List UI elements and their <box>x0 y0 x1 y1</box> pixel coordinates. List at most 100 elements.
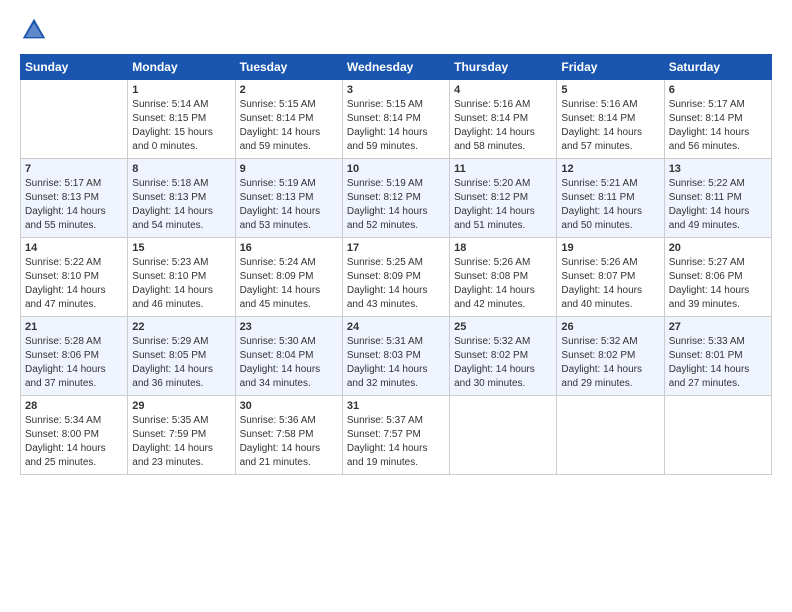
day-info: Sunrise: 5:16 AM Sunset: 8:14 PM Dayligh… <box>454 98 552 154</box>
weekday-saturday: Saturday <box>664 55 771 80</box>
day-number: 12 <box>561 163 659 175</box>
day-info: Sunrise: 5:28 AM Sunset: 8:06 PM Dayligh… <box>25 335 123 391</box>
calendar-cell <box>557 396 664 475</box>
day-info: Sunrise: 5:37 AM Sunset: 7:57 PM Dayligh… <box>347 414 445 470</box>
day-info: Sunrise: 5:17 AM Sunset: 8:14 PM Dayligh… <box>669 98 767 154</box>
day-number: 25 <box>454 321 552 333</box>
day-number: 27 <box>669 321 767 333</box>
calendar-cell: 10Sunrise: 5:19 AM Sunset: 8:12 PM Dayli… <box>342 159 449 238</box>
calendar-cell: 12 Sunrise: 5:21 AM Sunset: 8:11 PM Dayli… <box>557 159 664 238</box>
day-info: Sunrise: 5:15 AM Sunset: 8:14 PM Dayligh… <box>347 98 445 154</box>
calendar-cell: 28 Sunrise: 5:34 AM Sunset: 8:00 PM Dayli… <box>21 396 128 475</box>
header <box>20 16 772 44</box>
day-info: Sunrise: 5:36 AM Sunset: 7:58 PM Dayligh… <box>240 414 338 470</box>
day-info: Sunrise: 5:23 AM Sunset: 8:10 PM Dayligh… <box>132 256 230 312</box>
calendar-table: SundayMondayTuesdayWednesdayThursdayFrid… <box>20 54 772 475</box>
day-info: Sunrise: 5:20 AM Sunset: 8:12 PM Dayligh… <box>454 177 552 233</box>
weekday-monday: Monday <box>128 55 235 80</box>
calendar-cell: 31 Sunrise: 5:37 AM Sunset: 7:57 PM Dayli… <box>342 396 449 475</box>
day-info: Sunrise: 5:34 AM Sunset: 8:00 PM Dayligh… <box>25 414 123 470</box>
day-info: Sunrise: 5:18 AM Sunset: 8:13 PM Dayligh… <box>132 177 230 233</box>
day-number: 9 <box>240 163 338 175</box>
logo-icon <box>20 16 48 44</box>
week-row-3: 14Sunrise: 5:22 AM Sunset: 8:10 PM Dayli… <box>21 238 772 317</box>
calendar-cell: 30 Sunrise: 5:36 AM Sunset: 7:58 PM Dayli… <box>235 396 342 475</box>
day-info: Sunrise: 5:29 AM Sunset: 8:05 PM Dayligh… <box>132 335 230 391</box>
calendar-cell: 19Sunrise: 5:26 AM Sunset: 8:07 PM Dayli… <box>557 238 664 317</box>
day-info: Sunrise: 5:14 AM Sunset: 8:15 PM Dayligh… <box>132 98 230 154</box>
calendar-cell: 27Sunrise: 5:33 AM Sunset: 8:01 PM Dayli… <box>664 317 771 396</box>
day-number: 4 <box>454 84 552 96</box>
day-number: 6 <box>669 84 767 96</box>
calendar-cell: 16 Sunrise: 5:24 AM Sunset: 8:09 PM Dayli… <box>235 238 342 317</box>
day-number: 13 <box>669 163 767 175</box>
day-number: 30 <box>240 400 338 412</box>
day-info: Sunrise: 5:21 AM Sunset: 8:11 PM Dayligh… <box>561 177 659 233</box>
calendar-cell: 24Sunrise: 5:31 AM Sunset: 8:03 PM Dayli… <box>342 317 449 396</box>
day-number: 16 <box>240 242 338 254</box>
calendar-cell: 22 Sunrise: 5:29 AM Sunset: 8:05 PM Dayli… <box>128 317 235 396</box>
calendar-cell: 6 Sunrise: 5:17 AM Sunset: 8:14 PM Daylig… <box>664 80 771 159</box>
day-info: Sunrise: 5:25 AM Sunset: 8:09 PM Dayligh… <box>347 256 445 312</box>
calendar-cell: 11 Sunrise: 5:20 AM Sunset: 8:12 PM Dayli… <box>450 159 557 238</box>
day-info: Sunrise: 5:15 AM Sunset: 8:14 PM Dayligh… <box>240 98 338 154</box>
day-number: 19 <box>561 242 659 254</box>
day-number: 22 <box>132 321 230 333</box>
calendar-cell: 3 Sunrise: 5:15 AM Sunset: 8:14 PM Daylig… <box>342 80 449 159</box>
week-row-2: 7Sunrise: 5:17 AM Sunset: 8:13 PM Daylig… <box>21 159 772 238</box>
calendar-cell <box>450 396 557 475</box>
day-info: Sunrise: 5:22 AM Sunset: 8:11 PM Dayligh… <box>669 177 767 233</box>
calendar-cell: 29 Sunrise: 5:35 AM Sunset: 7:59 PM Dayli… <box>128 396 235 475</box>
calendar-cell: 26 Sunrise: 5:32 AM Sunset: 8:02 PM Dayli… <box>557 317 664 396</box>
page: SundayMondayTuesdayWednesdayThursdayFrid… <box>0 0 792 612</box>
day-number: 1 <box>132 84 230 96</box>
day-info: Sunrise: 5:35 AM Sunset: 7:59 PM Dayligh… <box>132 414 230 470</box>
weekday-row: SundayMondayTuesdayWednesdayThursdayFrid… <box>21 55 772 80</box>
calendar-cell: 20 Sunrise: 5:27 AM Sunset: 8:06 PM Dayli… <box>664 238 771 317</box>
calendar-cell: 21 Sunrise: 5:28 AM Sunset: 8:06 PM Dayli… <box>21 317 128 396</box>
day-number: 17 <box>347 242 445 254</box>
calendar-body: 1 Sunrise: 5:14 AM Sunset: 8:15 PM Daylig… <box>21 80 772 475</box>
weekday-thursday: Thursday <box>450 55 557 80</box>
calendar-cell: 15Sunrise: 5:23 AM Sunset: 8:10 PM Dayli… <box>128 238 235 317</box>
day-number: 26 <box>561 321 659 333</box>
week-row-1: 1 Sunrise: 5:14 AM Sunset: 8:15 PM Daylig… <box>21 80 772 159</box>
weekday-wednesday: Wednesday <box>342 55 449 80</box>
day-info: Sunrise: 5:17 AM Sunset: 8:13 PM Dayligh… <box>25 177 123 233</box>
day-number: 11 <box>454 163 552 175</box>
calendar-cell: 7Sunrise: 5:17 AM Sunset: 8:13 PM Daylig… <box>21 159 128 238</box>
day-number: 2 <box>240 84 338 96</box>
calendar-cell: 14Sunrise: 5:22 AM Sunset: 8:10 PM Dayli… <box>21 238 128 317</box>
day-number: 8 <box>132 163 230 175</box>
day-number: 20 <box>669 242 767 254</box>
calendar-cell: 13 Sunrise: 5:22 AM Sunset: 8:11 PM Dayli… <box>664 159 771 238</box>
weekday-friday: Friday <box>557 55 664 80</box>
day-number: 21 <box>25 321 123 333</box>
day-number: 3 <box>347 84 445 96</box>
day-number: 29 <box>132 400 230 412</box>
day-number: 18 <box>454 242 552 254</box>
calendar-cell: 1 Sunrise: 5:14 AM Sunset: 8:15 PM Daylig… <box>128 80 235 159</box>
day-info: Sunrise: 5:19 AM Sunset: 8:13 PM Dayligh… <box>240 177 338 233</box>
day-info: Sunrise: 5:32 AM Sunset: 8:02 PM Dayligh… <box>454 335 552 391</box>
day-number: 23 <box>240 321 338 333</box>
weekday-sunday: Sunday <box>21 55 128 80</box>
day-info: Sunrise: 5:24 AM Sunset: 8:09 PM Dayligh… <box>240 256 338 312</box>
day-number: 28 <box>25 400 123 412</box>
week-row-4: 21 Sunrise: 5:28 AM Sunset: 8:06 PM Dayli… <box>21 317 772 396</box>
day-number: 31 <box>347 400 445 412</box>
day-number: 10 <box>347 163 445 175</box>
day-info: Sunrise: 5:32 AM Sunset: 8:02 PM Dayligh… <box>561 335 659 391</box>
day-info: Sunrise: 5:16 AM Sunset: 8:14 PM Dayligh… <box>561 98 659 154</box>
calendar-cell: 9 Sunrise: 5:19 AM Sunset: 8:13 PM Daylig… <box>235 159 342 238</box>
day-info: Sunrise: 5:26 AM Sunset: 8:08 PM Dayligh… <box>454 256 552 312</box>
calendar-cell: 23Sunrise: 5:30 AM Sunset: 8:04 PM Dayli… <box>235 317 342 396</box>
logo <box>20 16 52 44</box>
calendar-cell: 17 Sunrise: 5:25 AM Sunset: 8:09 PM Dayli… <box>342 238 449 317</box>
calendar-cell: 5 Sunrise: 5:16 AM Sunset: 8:14 PM Daylig… <box>557 80 664 159</box>
calendar-cell: 8 Sunrise: 5:18 AM Sunset: 8:13 PM Daylig… <box>128 159 235 238</box>
day-info: Sunrise: 5:27 AM Sunset: 8:06 PM Dayligh… <box>669 256 767 312</box>
calendar-cell <box>21 80 128 159</box>
day-number: 5 <box>561 84 659 96</box>
calendar-cell: 18 Sunrise: 5:26 AM Sunset: 8:08 PM Dayli… <box>450 238 557 317</box>
